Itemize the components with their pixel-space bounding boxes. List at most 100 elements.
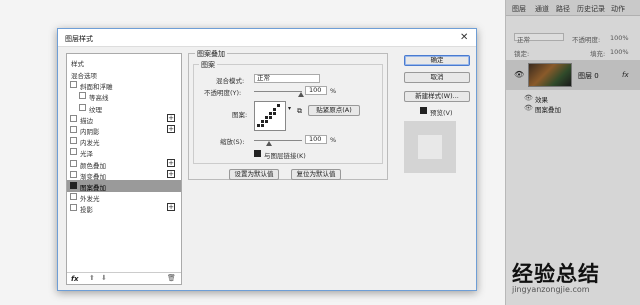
scale-unit: % xyxy=(330,136,337,144)
close-icon[interactable]: ✕ xyxy=(460,32,468,43)
fill-value[interactable]: 100% xyxy=(610,48,629,56)
effect-eye-icon[interactable]: 👁 xyxy=(524,94,533,102)
add-effect-plus-icon[interactable]: + xyxy=(167,113,175,122)
lock-label: 锁定: xyxy=(514,50,530,58)
fill-label: 填充: xyxy=(590,50,606,58)
layer-row[interactable]: 👁 图层 0 fx xyxy=(506,60,640,90)
visibility-eye-icon[interactable]: 👁 xyxy=(514,70,524,79)
link-with-layer-label: 与图层链接(K) xyxy=(264,152,306,160)
make-default-button[interactable]: 设置为默认值 xyxy=(229,169,279,180)
layer-thumbnail xyxy=(528,63,572,87)
style-checkbox[interactable] xyxy=(70,193,77,201)
scale-slider-knob[interactable] xyxy=(266,141,272,146)
watermark-url: jingyanzongjie.com xyxy=(512,285,590,294)
style-list-item[interactable]: 图案叠加 xyxy=(67,180,181,192)
effect-item-label: 图案叠加 xyxy=(535,106,561,114)
style-list-item[interactable]: 内阴影 + xyxy=(67,124,181,136)
layers-lock-row: 锁定: 填充: 100% xyxy=(506,46,640,58)
layers-panel-tabs: 图层 通道 路径 历史记录 动作 xyxy=(506,0,640,16)
opacity-slider-knob[interactable] xyxy=(298,92,304,97)
style-checkbox[interactable] xyxy=(70,137,77,145)
style-list-item[interactable]: 纹理 xyxy=(67,102,181,114)
style-checkbox[interactable] xyxy=(70,81,77,89)
scale-slider[interactable] xyxy=(254,140,302,141)
style-checkbox[interactable] xyxy=(70,182,77,189)
style-list-item[interactable]: 内发光 xyxy=(67,135,181,147)
pattern-subgroup: 图案 混合模式: 正常 不透明度(Y): 100 % 图案: ▾ ⧉ 贴紧原点(… xyxy=(193,60,383,164)
subgroup-title: 图案 xyxy=(199,60,217,70)
layer-fx-icon[interactable]: fx xyxy=(622,71,629,79)
cancel-button[interactable]: 取消 xyxy=(404,72,470,83)
blend-mode-label: 混合模式: xyxy=(216,77,245,85)
opacity-unit: % xyxy=(330,87,337,95)
pattern-dropdown-chevron-icon[interactable]: ▾ xyxy=(288,105,291,112)
style-list-item[interactable]: 等高线 xyxy=(67,90,181,102)
style-list-item[interactable]: 渐变叠加 + xyxy=(67,169,181,181)
style-list-item[interactable]: 颜色叠加 + xyxy=(67,158,181,170)
reset-default-button[interactable]: 复位为默认值 xyxy=(291,169,341,180)
move-up-icon[interactable]: ⬆ xyxy=(89,274,95,282)
style-list: 样式 混合选项 斜面和浮雕 等高线 纹理 描边 + 内阴影 + 内发光 光泽 颜色叠加 + 渐变叠加 + 图… xyxy=(66,53,182,285)
style-checkbox[interactable] xyxy=(70,204,77,212)
tab-channels[interactable]: 通道 xyxy=(535,4,549,14)
style-list-item[interactable]: 混合选项 xyxy=(67,68,181,80)
effects-row[interactable]: 👁 效果 xyxy=(506,93,640,104)
style-list-item[interactable]: 外发光 xyxy=(67,191,181,203)
watermark-logo: 经验总结 xyxy=(512,262,600,286)
add-effect-plus-icon[interactable]: + xyxy=(167,125,175,133)
opacity-input[interactable]: 100 xyxy=(305,86,327,95)
move-down-icon[interactable]: ⬇ xyxy=(101,274,107,282)
style-checkbox[interactable] xyxy=(79,103,86,111)
blend-mode-select[interactable]: 正常 xyxy=(254,74,320,83)
style-preview-thumbnail xyxy=(404,121,456,173)
new-style-button[interactable]: 新建样式(W)... xyxy=(404,91,470,102)
opacity-label: 不透明度(Y): xyxy=(204,89,242,97)
style-list-footer: fx ⬆ ⬇ 🗑 xyxy=(67,272,181,284)
style-checkbox[interactable] xyxy=(79,92,86,100)
opacity-value[interactable]: 100% xyxy=(610,34,629,42)
style-checkbox[interactable] xyxy=(70,114,77,122)
style-checkbox[interactable] xyxy=(70,148,77,156)
style-checkbox[interactable] xyxy=(70,126,77,133)
pattern-swatch[interactable] xyxy=(254,101,286,131)
style-list-header: 样式 xyxy=(71,60,84,68)
pattern-label: 图案: xyxy=(232,111,248,119)
trash-icon[interactable]: 🗑 xyxy=(167,274,176,282)
preview-checkbox[interactable] xyxy=(420,107,427,114)
tab-layers[interactable]: 图层 xyxy=(512,4,526,14)
new-preset-icon[interactable]: ⧉ xyxy=(297,107,302,116)
scale-input[interactable]: 100 xyxy=(305,135,327,144)
preview-label: 预览(V) xyxy=(430,109,453,117)
ok-button[interactable]: 确定 xyxy=(404,55,470,66)
layer-name[interactable]: 图层 0 xyxy=(578,71,599,81)
opacity-label: 不透明度: xyxy=(572,36,601,44)
pattern-overlay-group: 图案叠加 图案 混合模式: 正常 不透明度(Y): 100 % 图案: ▾ ⧉ … xyxy=(188,49,388,180)
style-list-item[interactable]: 斜面和浮雕 xyxy=(67,79,181,91)
style-preview-inner xyxy=(418,135,442,159)
style-list-item-label: 投影 xyxy=(80,206,93,215)
style-list-item[interactable]: 光泽 xyxy=(67,146,181,158)
snap-to-origin-button[interactable]: 贴紧原点(A) xyxy=(308,105,360,116)
add-effect-plus-icon[interactable]: + xyxy=(167,158,175,167)
style-list-item[interactable]: 投影 + xyxy=(67,202,181,214)
add-effect-plus-icon[interactable]: + xyxy=(167,203,175,212)
group-title: 图案叠加 xyxy=(195,49,227,59)
style-checkbox[interactable] xyxy=(70,159,77,167)
tab-history[interactable]: 历史记录 xyxy=(577,4,605,14)
style-checkbox[interactable] xyxy=(70,170,77,178)
effect-item-row[interactable]: 👁 图案叠加 xyxy=(506,103,640,114)
opacity-slider[interactable] xyxy=(254,91,302,92)
dialog-titlebar[interactable]: 图层样式 ✕ xyxy=(58,29,476,47)
fx-icon[interactable]: fx xyxy=(71,275,79,283)
effect-item-eye-icon[interactable]: 👁 xyxy=(524,104,533,112)
tab-actions[interactable]: 动作 xyxy=(611,4,625,14)
add-effect-plus-icon[interactable]: + xyxy=(167,169,175,178)
link-with-layer-checkbox[interactable] xyxy=(254,150,261,157)
scale-label: 缩放(S): xyxy=(220,138,245,146)
tab-paths[interactable]: 路径 xyxy=(556,4,570,14)
pattern-preview-icon xyxy=(257,104,280,127)
layer-style-dialog: 图层样式 ✕ 样式 混合选项 斜面和浮雕 等高线 纹理 描边 + 内阴影 + 内发光 光泽 颜色叠加… xyxy=(57,28,477,291)
style-list-item[interactable]: 描边 + xyxy=(67,113,181,125)
dialog-title: 图层样式 xyxy=(65,35,93,43)
blend-mode-select[interactable]: 正常 xyxy=(514,33,564,44)
